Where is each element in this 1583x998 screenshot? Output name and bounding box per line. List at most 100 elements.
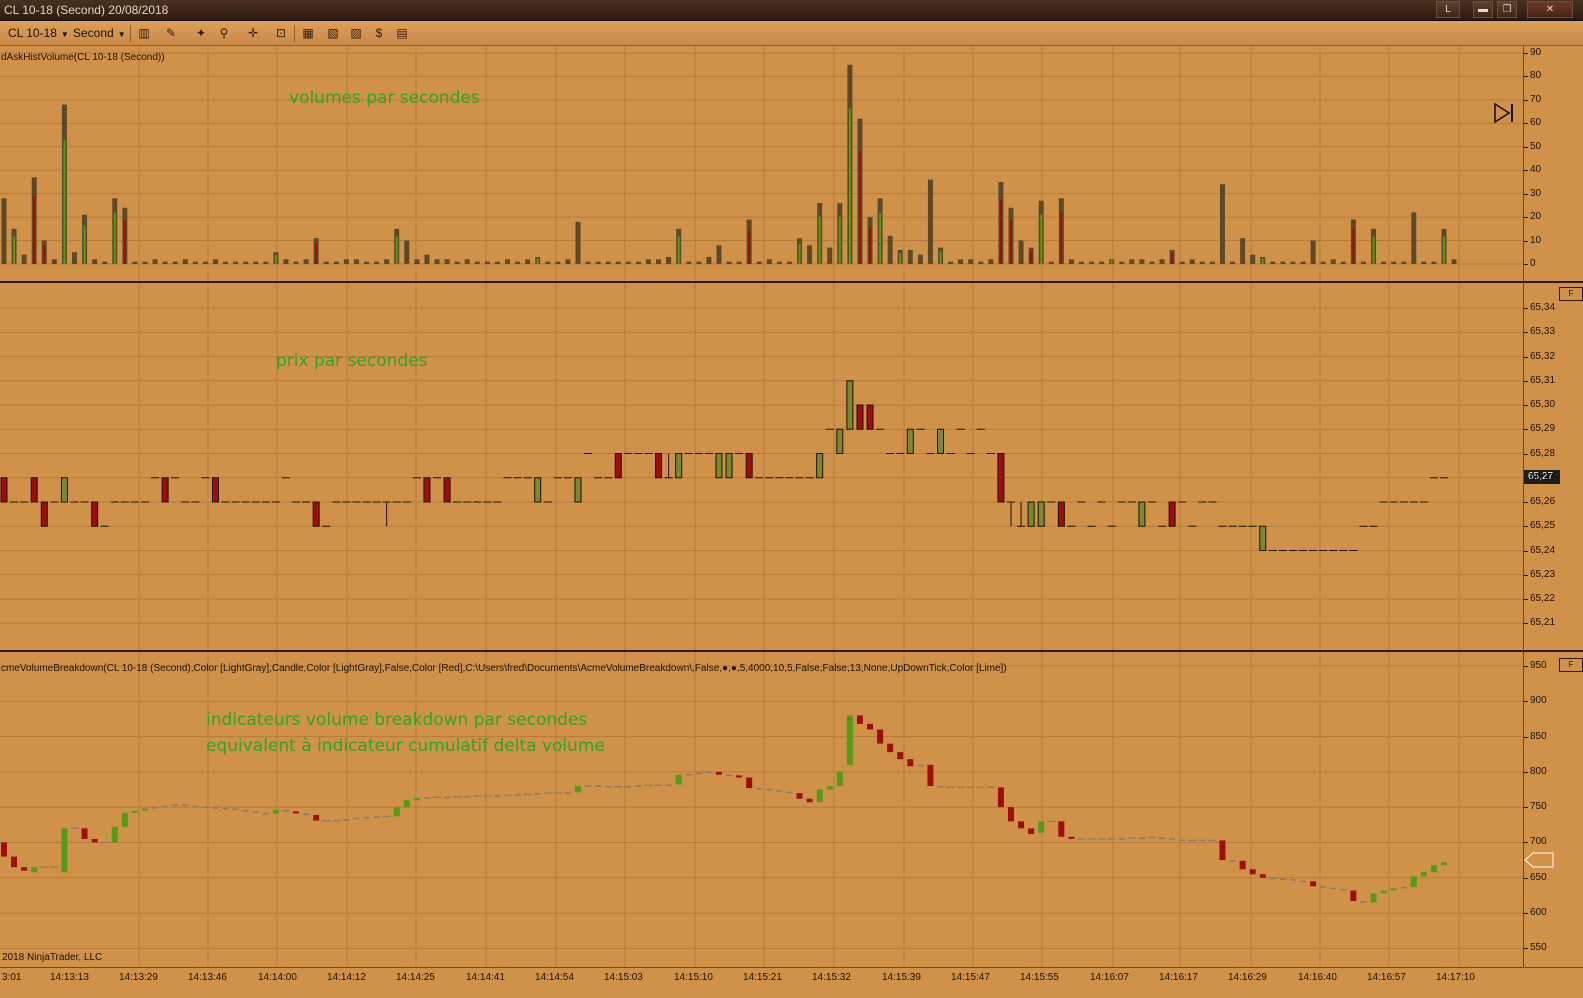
volume-bar [786,261,792,264]
price-candle [655,453,663,479]
restore-button[interactable]: ❐ [1497,1,1517,18]
drawing-tool-icon[interactable]: ✎ [163,25,179,41]
dollar-icon[interactable]: $ [371,25,387,41]
volume-bar [656,259,662,264]
delta-candle [373,816,380,818]
chart-toolbar: CL 10-18 ▼ Second ▼ ▥ ✎ ✦ ⚲ ✛ ⊡ ▦ ▧ ▨ $ ▤ [0,21,1583,46]
volume-bar [182,259,188,264]
volume-bar [635,261,641,264]
close-button[interactable]: ✕ [1527,1,1573,18]
volume-bar [303,259,309,264]
volume-bar [555,261,561,264]
delta-candle [202,806,209,808]
delta-candle [1289,879,1296,881]
volume-bar [364,261,370,264]
hot-key-icon[interactable]: ✦ [193,25,209,41]
delta-candle [585,785,592,787]
volume-bar [615,261,621,264]
instrument-selector[interactable]: CL 10-18 ▼ [8,26,69,40]
y-tick [1524,877,1528,879]
y-tick-label: 65,25 [1530,520,1556,532]
volume-bar-inner [1110,260,1113,264]
minimize-button[interactable]: ▬ [1473,1,1493,18]
link-button[interactable]: L [1436,1,1460,18]
properties-icon[interactable]: ▤ [394,25,410,41]
volume-bar [595,261,601,264]
period-selector[interactable]: Second ▼ [73,26,126,40]
delta-candle [595,785,602,787]
crosshair-icon[interactable]: ✛ [245,25,261,41]
delta-panel[interactable]: cmeVolumeBreakdown(CL 10-18 (Second),Col… [0,652,1523,967]
panel-tab-icon[interactable]: F [1559,658,1583,672]
delta-candle [806,798,813,803]
delta-candle [867,723,874,730]
price-candle [211,477,219,503]
panel-tab-icon[interactable]: F [1559,287,1583,301]
price-candle [715,453,723,479]
volume-bar-inner [395,236,398,264]
delta-candle [756,788,763,790]
time-axis[interactable]: 3:01 14:13:13 14:13:29 14:13:46 14:14:00 14:1… [0,967,1583,998]
volume-bar-inner [818,216,821,264]
delta-candle [1169,838,1176,840]
volume-bar [505,259,510,264]
volume-bar [756,261,762,264]
volume-bar [1048,261,1054,264]
chevron-down-icon: ▼ [117,30,126,39]
time-tick-label: 14:15:39 [882,972,921,983]
y-tick [1524,240,1528,242]
volume-bar-inner [113,212,116,264]
volume-bar [1209,261,1215,264]
y-tick [1524,53,1528,54]
price-candle [906,428,914,454]
y-tick-label: 800 [1530,765,1547,777]
volume-bar-inner [536,258,539,264]
delta-candle [242,810,249,812]
delta-y-axis[interactable]: F 950 900 850 800 750 700 650 600 550 [1523,652,1583,967]
volume-bar [353,259,359,264]
y-tick [1524,771,1528,773]
skip-to-end-icon[interactable] [1492,101,1516,125]
delta-candle [897,752,904,760]
delta-candle [816,789,823,803]
volume-bar-inner [939,251,942,264]
y-tick-label: 70 [1530,93,1542,105]
volume-bar-inner [1171,253,1174,264]
volume-bar [1119,261,1125,264]
volume-panel[interactable]: dAskHistVolume(CL 10-18 (Second)) volume… [0,46,1523,282]
delta-candle [877,729,884,744]
price-y-axis[interactable]: F 65,27 65,34 65,33 65,32 65,31 65,30 65,29 65… [1523,283,1583,651]
price-candle [1027,501,1035,527]
zoom-area-icon[interactable]: ⊡ [273,25,289,41]
delta-candle [282,810,289,812]
volume-bar [585,261,591,264]
volume-bar [152,259,158,264]
delta-candle [293,811,300,814]
y-tick-label: 30 [1530,187,1542,199]
volume-bar [1290,261,1296,264]
volume-y-axis[interactable]: 90 80 70 60 50 40 30 20 10 0 [1523,46,1583,282]
indicators-icon[interactable]: ▧ [325,25,341,41]
volume-bar [212,259,218,264]
delta-candle [232,808,239,811]
delta-candle [1008,807,1014,822]
volume-bar-inner [838,216,841,264]
time-tick-label: 14:16:40 [1298,972,1337,983]
delta-candle [826,786,833,790]
price-panel[interactable]: prix par secondes [0,283,1523,651]
volume-bar [1149,261,1155,264]
strategies-icon[interactable]: ▨ [348,25,364,41]
y-tick [1524,170,1528,172]
volume-bar [887,235,893,264]
delta-candle [1410,876,1417,887]
volume-indicator-label: dAskHistVolume(CL 10-18 (Second)) [1,52,165,63]
delta-indicator-label: cmeVolumeBreakdown(CL 10-18 (Second),Col… [1,663,1007,674]
data-series-icon[interactable]: ▦ [300,25,316,41]
chevron-down-icon: ▼ [60,30,69,39]
volume-bar [1,198,7,264]
zoom-icon[interactable]: ⚲ [216,25,232,41]
y-tick-label: 550 [1530,942,1547,954]
y-tick-label: 750 [1530,801,1547,813]
title-bar: CL 10-18 (Second) 20/08/2018 L ▬ ❐ ✕ [0,0,1583,21]
chart-style-icon[interactable]: ▥ [136,25,152,41]
